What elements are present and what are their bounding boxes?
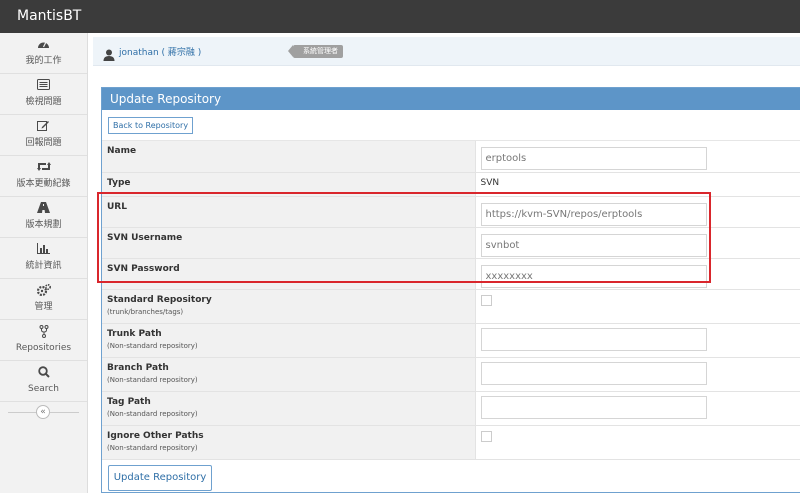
panel-title: Update Repository bbox=[102, 88, 800, 110]
ignore-other-paths-label: Ignore Other Paths bbox=[107, 431, 475, 441]
sidebar-item-changelog[interactable]: 版本更動紀錄 bbox=[0, 156, 87, 197]
tag-path-label: Tag Path bbox=[107, 397, 475, 407]
sidebar-item-label: 統計資訊 bbox=[0, 260, 87, 272]
sidebar-item-roadmap[interactable]: 版本規劃 bbox=[0, 197, 87, 238]
double-angle-left-icon[interactable]: « bbox=[36, 405, 50, 419]
tag-path-input[interactable] bbox=[481, 396, 707, 419]
search-icon bbox=[0, 366, 87, 381]
app-title[interactable]: MantisBT bbox=[17, 8, 81, 24]
branch-path-input[interactable] bbox=[481, 362, 707, 385]
name-input[interactable] bbox=[481, 147, 707, 170]
edit-icon bbox=[0, 120, 87, 135]
name-label: Name bbox=[107, 146, 475, 156]
ignore-other-paths-hint: (Non-standard repository) bbox=[107, 444, 475, 452]
form-row-branch-path: Branch Path (Non-standard repository) bbox=[102, 357, 800, 391]
user-link[interactable]: jonathan ( 蔣宗融 ) bbox=[119, 45, 201, 58]
standard-repository-label: Standard Repository bbox=[107, 295, 475, 305]
form-row-trunk-path: Trunk Path (Non-standard repository) bbox=[102, 323, 800, 357]
sidebar-item-search[interactable]: Search bbox=[0, 361, 87, 402]
sidebar-item-label: 檢視問題 bbox=[0, 96, 87, 108]
list-icon bbox=[0, 79, 87, 94]
sidebar-item-report-issue[interactable]: 回報問題 bbox=[0, 115, 87, 156]
url-label: URL bbox=[107, 202, 475, 212]
sidebar-item-label: Repositories bbox=[0, 342, 87, 354]
sidebar-item-view-issues[interactable]: 檢視問題 bbox=[0, 74, 87, 115]
update-repository-panel: Update Repository Back to Repository Nam… bbox=[101, 87, 800, 493]
svn-username-label: SVN Username bbox=[107, 233, 475, 243]
sidebar-item-label: 版本更動紀錄 bbox=[0, 178, 87, 190]
svn-password-input[interactable] bbox=[481, 265, 707, 288]
form-row-svn-password: SVN Password bbox=[102, 258, 800, 289]
road-icon bbox=[0, 202, 87, 217]
svn-username-input[interactable] bbox=[481, 234, 707, 257]
svn-password-label: SVN Password bbox=[107, 264, 475, 274]
gears-icon bbox=[0, 284, 87, 299]
bar-chart-icon bbox=[0, 243, 87, 258]
standard-repository-hint: (trunk/branches/tags) bbox=[107, 308, 475, 316]
form-row-ignore-other-paths: Ignore Other Paths (Non-standard reposit… bbox=[102, 425, 800, 459]
form-row-svn-username: SVN Username bbox=[102, 227, 800, 258]
back-row: Back to Repository bbox=[102, 110, 800, 141]
form-row-name: Name bbox=[102, 141, 800, 172]
sidebar-item-my-view[interactable]: 我的工作 bbox=[0, 33, 87, 74]
trunk-path-hint: (Non-standard repository) bbox=[107, 342, 475, 350]
sidebar-item-label: 管理 bbox=[0, 301, 87, 313]
sidebar-item-summary[interactable]: 統計資訊 bbox=[0, 238, 87, 279]
tag-path-hint: (Non-standard repository) bbox=[107, 410, 475, 418]
form-row-url: URL bbox=[102, 196, 800, 227]
top-navbar: MantisBT bbox=[0, 0, 800, 33]
ignore-other-paths-checkbox[interactable] bbox=[481, 431, 492, 442]
user-icon bbox=[103, 46, 115, 58]
form-row-type: Type SVN bbox=[102, 172, 800, 196]
sidebar-item-label: 回報問題 bbox=[0, 137, 87, 149]
sidebar-item-manage[interactable]: 管理 bbox=[0, 279, 87, 320]
form-row-standard-repository: Standard Repository (trunk/branches/tags… bbox=[102, 289, 800, 323]
code-fork-icon bbox=[0, 325, 87, 340]
retweet-icon bbox=[0, 161, 87, 176]
dashboard-icon bbox=[0, 38, 87, 53]
sidebar: 我的工作 檢視問題 回報問題 版本更動紀錄 版本規劃 統計資訊 管理 bbox=[0, 33, 88, 493]
sidebar-item-label: Search bbox=[0, 383, 87, 395]
back-to-repository-button[interactable]: Back to Repository bbox=[108, 117, 193, 134]
update-repository-button[interactable]: Update Repository bbox=[108, 465, 212, 491]
branch-path-label: Branch Path bbox=[107, 363, 475, 373]
url-input[interactable] bbox=[481, 203, 707, 226]
trunk-path-input[interactable] bbox=[481, 328, 707, 351]
submit-row: Update Repository bbox=[102, 460, 800, 500]
role-badge: 系統管理者 bbox=[293, 45, 343, 58]
sidebar-item-repositories[interactable]: Repositories bbox=[0, 320, 87, 361]
branch-path-hint: (Non-standard repository) bbox=[107, 376, 475, 384]
trunk-path-label: Trunk Path bbox=[107, 329, 475, 339]
sidebar-collapse: « bbox=[0, 402, 87, 422]
sidebar-item-label: 我的工作 bbox=[0, 55, 87, 67]
type-label: Type bbox=[107, 178, 475, 188]
standard-repository-checkbox[interactable] bbox=[481, 295, 492, 306]
form-row-tag-path: Tag Path (Non-standard repository) bbox=[102, 391, 800, 425]
breadcrumb: jonathan ( 蔣宗融 ) 系統管理者 bbox=[93, 37, 800, 66]
sidebar-item-label: 版本規劃 bbox=[0, 219, 87, 231]
repository-form: Name Type SVN URL SVN Username SVN Passw… bbox=[102, 141, 800, 460]
type-value: SVN bbox=[481, 173, 800, 188]
